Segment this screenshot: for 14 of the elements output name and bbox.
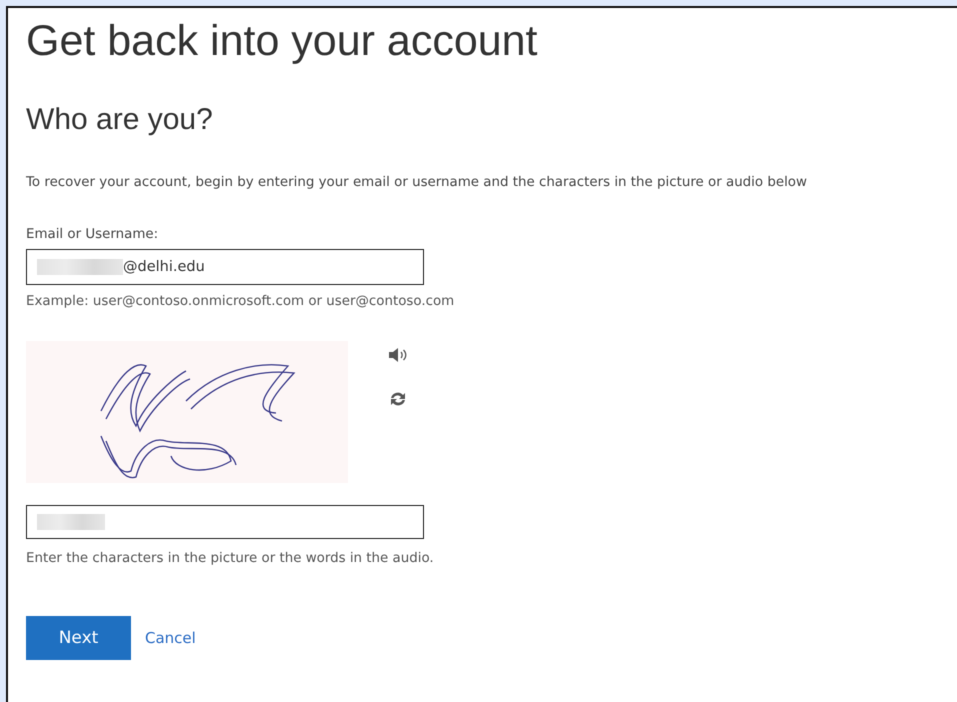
- refresh-icon[interactable]: [388, 390, 408, 408]
- section-heading: Who are you?: [26, 102, 214, 138]
- cancel-link[interactable]: Cancel: [145, 629, 196, 647]
- captcha-input[interactable]: [26, 505, 424, 539]
- input-value: @delhi.edu: [123, 259, 205, 275]
- email-input[interactable]: @delhi.edu: [26, 249, 424, 285]
- next-button[interactable]: Next: [26, 616, 131, 660]
- redacted-text: [37, 514, 105, 530]
- speaker-icon[interactable]: [388, 346, 408, 364]
- captcha-hint: Enter the characters in the picture or the words in the audio.: [26, 550, 434, 568]
- page-title: Get back into your account: [26, 16, 539, 66]
- field-label: Email or Username:: [26, 226, 158, 244]
- example-text: Example: user@contoso.onmicrosoft.com or user@contoso.com: [26, 293, 454, 311]
- instruction-text: To recover your account, begin by entering your email or username and the characters in the picture or audio below: [26, 174, 808, 192]
